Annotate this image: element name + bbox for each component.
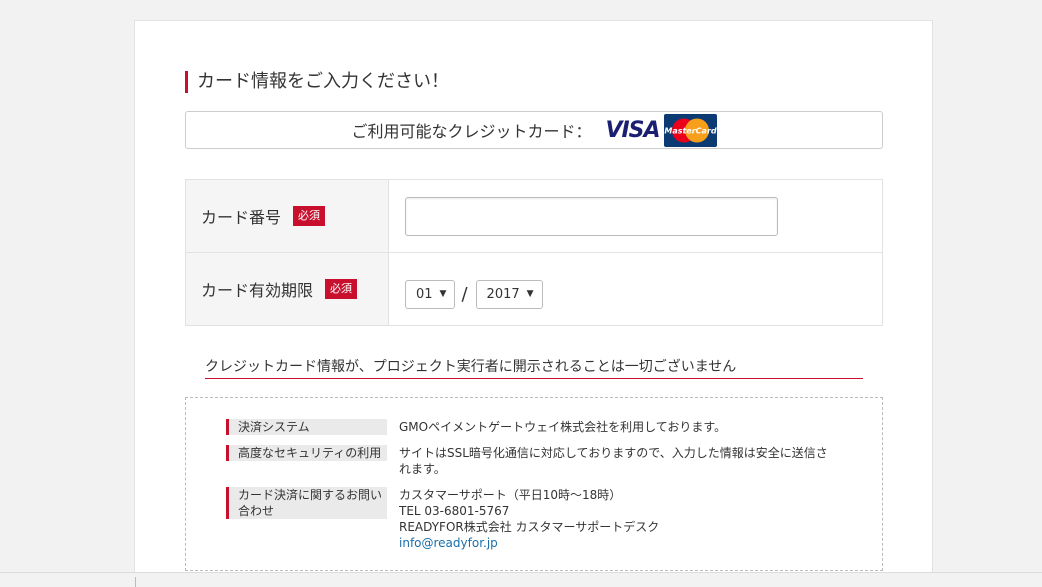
info-key-contact: カード決済に関するお問い 合わせ — [226, 487, 387, 519]
info-key-payment-system: 決済システム — [226, 419, 387, 435]
expiry-year-value: 2017 — [486, 286, 520, 302]
info-value-contact: カスタマーサポート（平日10時〜18時） TEL 03-6801-5767 RE… — [399, 487, 839, 551]
card-number-label: カード番号 — [201, 208, 282, 227]
info-row-payment-system: 決済システム GMOペイメントゲートウェイ株式会社を利用しております。 — [226, 419, 839, 435]
accepted-cards-label: ご利用可能なクレジットカード： — [351, 122, 592, 141]
info-key-contact-line: カード決済に関するお問い — [238, 488, 383, 502]
info-value-security: サイトはSSL暗号化通信に対応しておりますので、入力した情報は安全に送信さ れま… — [399, 445, 839, 477]
card-expiry-value-cell: 01 ▼ / 2017 ▼ — [389, 253, 882, 325]
info-row-contact: カード決済に関するお問い 合わせ カスタマーサポート（平日10時〜18時） TE… — [226, 487, 839, 551]
info-row-security: 高度なセキュリティの利用 サイトはSSL暗号化通信に対応しておりますので、入力し… — [226, 445, 839, 477]
info-text: れます。 — [399, 462, 446, 476]
card-number-row: カード番号 必須 — [186, 180, 882, 252]
dropdown-arrow-icon: ▼ — [439, 289, 447, 299]
accepted-cards-box: ご利用可能なクレジットカード： VISA MasterCard — [185, 111, 883, 149]
payment-info-box: 決済システム GMOペイメントゲートウェイ株式会社を利用しております。 高度なセ… — [185, 397, 883, 571]
support-email-link[interactable]: info@readyfor.jp — [399, 535, 839, 551]
info-key-contact-line: 合わせ — [238, 504, 275, 518]
dropdown-arrow-icon: ▼ — [526, 289, 534, 299]
info-key-security: 高度なセキュリティの利用 — [226, 445, 387, 461]
required-badge: 必須 — [293, 206, 326, 226]
card-expiry-row: カード有効期限 必須 01 ▼ / 2017 ▼ — [186, 252, 882, 325]
expiry-separator: / — [461, 283, 468, 305]
visa-logo: VISA — [605, 117, 660, 143]
expiry-month-select[interactable]: 01 ▼ — [405, 279, 456, 309]
card-expiry-label: カード有効期限 — [201, 281, 314, 300]
card-number-value-cell — [389, 180, 882, 252]
info-value-payment-system: GMOペイメントゲートウェイ株式会社を利用しております。 — [399, 419, 839, 435]
mastercard-logo-text: MasterCard — [664, 126, 717, 135]
expiry-year-select[interactable]: 2017 ▼ — [475, 279, 543, 309]
info-text: サイトはSSL暗号化通信に対応しておりますので、入力した情報は安全に送信さ — [399, 446, 828, 460]
required-badge: 必須 — [325, 279, 358, 299]
section-title: カード情報をご入力ください！ — [185, 71, 449, 93]
info-text: GMOペイメントゲートウェイ株式会社を利用しております。 — [399, 420, 727, 434]
payment-card-panel: カード情報をご入力ください！ ご利用可能なクレジットカード： VISA Mast… — [134, 20, 933, 586]
card-number-label-cell: カード番号 必須 — [186, 180, 389, 252]
expiry-month-value: 01 — [416, 286, 433, 302]
privacy-notice: クレジットカード情報が、プロジェクト実行者に開示されることは一切ございません — [205, 356, 863, 379]
mastercard-logo: MasterCard — [663, 113, 717, 147]
card-expiry-label-cell: カード有効期限 必須 — [186, 253, 389, 325]
support-desk: READYFOR株式会社 カスタマーサポートデスク — [399, 520, 660, 534]
card-number-input[interactable] — [405, 196, 778, 236]
horizontal-scrollbar[interactable] — [0, 572, 1042, 587]
support-phone: TEL 03-6801-5767 — [399, 504, 510, 518]
support-hours: カスタマーサポート（平日10時〜18時） — [399, 488, 622, 502]
card-form: カード番号 必須 カード有効期限 必須 01 ▼ / 2017 ▼ — [185, 179, 883, 326]
